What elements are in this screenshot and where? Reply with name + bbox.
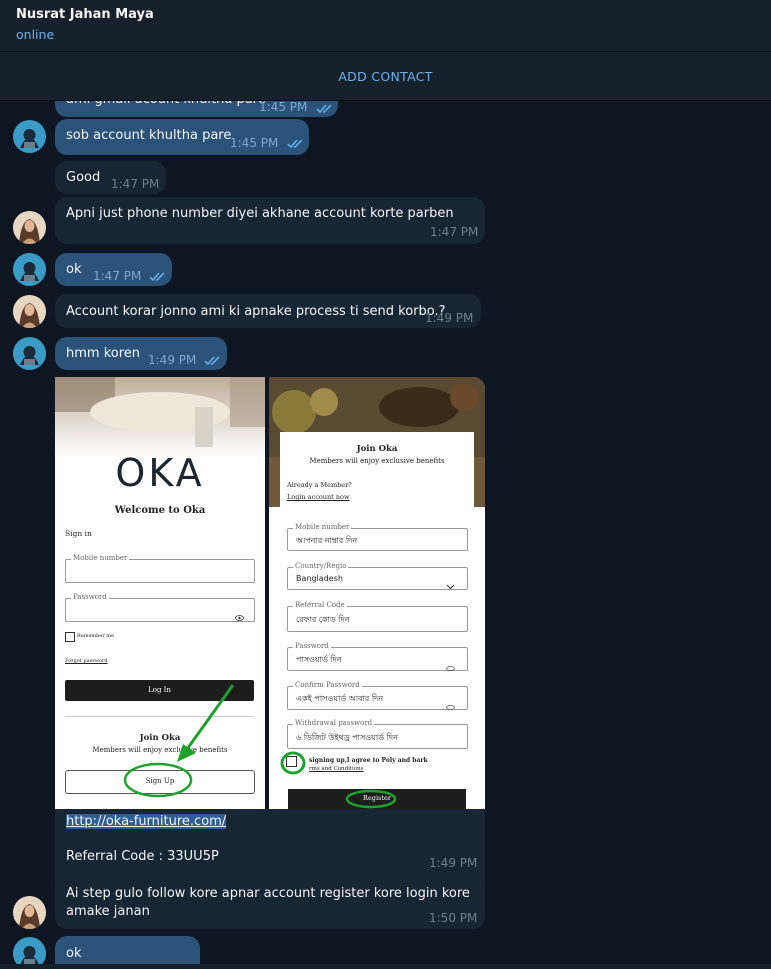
sender-avatar[interactable] <box>13 253 46 286</box>
message-text: ok <box>66 262 82 277</box>
sender-avatar[interactable] <box>13 295 46 328</box>
signin-screenshot-image[interactable]: OKA Welcome to Oka Sign in Mobile number… <box>55 377 265 809</box>
sender-avatar[interactable] <box>13 896 46 929</box>
double-check-icon <box>316 102 334 120</box>
message-text: Good <box>66 170 101 185</box>
message-text: sob account khultha pare <box>66 128 232 143</box>
double-check-icon <box>204 354 222 372</box>
website-link[interactable]: http://oka-furniture.com/ <box>66 814 227 829</box>
message-incoming[interactable]: Apni just phone number diyei akhane acco… <box>55 197 485 244</box>
message-incoming[interactable]: Ai step gulo follow kore apnar account r… <box>55 877 485 929</box>
message-time: 1:50 PM <box>429 911 478 925</box>
message-time: 1:49 PM <box>148 353 197 367</box>
message-outgoing[interactable]: sob account khultha pare 1:45 PM <box>55 119 309 155</box>
add-contact-button[interactable]: ADD CONTACT <box>338 69 432 84</box>
message-time: 1:47 PM <box>93 269 142 283</box>
message-text-line2: amake janan <box>66 904 150 919</box>
message-time: 1:47 PM <box>430 225 479 239</box>
composer-edge <box>0 964 771 969</box>
green-annotation <box>123 684 235 798</box>
message-text: Account korar jonno ami ki apnake proces… <box>66 304 446 319</box>
message-time: 1:49 PM <box>425 311 474 325</box>
message-text: Ai step gulo follow kore apnar account r… <box>66 886 470 901</box>
sender-avatar[interactable] <box>13 120 46 153</box>
sender-avatar[interactable] <box>13 337 46 370</box>
message-time: 1:45 PM <box>259 101 308 114</box>
message-time: 1:49 PM <box>429 856 478 870</box>
message-outgoing[interactable]: ok 1:47 PM <box>55 253 172 286</box>
message-outgoing[interactable]: hmm koren 1:49 PM <box>55 337 227 370</box>
message-incoming[interactable]: Good 1:47 PM <box>55 161 166 194</box>
double-check-icon <box>287 137 305 155</box>
message-list[interactable]: ami gmail acount khultha pare 1:45 PM so… <box>0 101 771 969</box>
double-check-icon <box>149 270 167 288</box>
message-time: 1:47 PM <box>111 177 160 191</box>
contact-name[interactable]: Nusrat Jahan Maya <box>16 7 154 22</box>
chat-header[interactable]: Nusrat Jahan Maya online <box>0 0 771 52</box>
sender-avatar[interactable] <box>13 211 46 244</box>
referral-code-text: Referral Code : 33UU5P <box>66 849 219 864</box>
message-text: hmm koren <box>66 346 141 361</box>
add-contact-bar: ADD CONTACT <box>0 52 771 101</box>
green-annotation <box>280 751 397 809</box>
message-text: ami gmail acount khultha pare <box>66 101 266 109</box>
message-text: Apni just phone number diyei akhane acco… <box>66 206 454 221</box>
message-time: 1:45 PM <box>230 136 279 150</box>
message-outgoing[interactable]: ami gmail acount khultha pare 1:45 PM <box>55 101 338 117</box>
message-incoming[interactable]: Account korar jonno ami ki apnake proces… <box>55 294 481 328</box>
contact-status: online <box>16 27 55 42</box>
message-text: ok <box>66 946 82 961</box>
register-screenshot-image[interactable]: Join Oka Members will enjoy exclusive be… <box>269 377 485 809</box>
